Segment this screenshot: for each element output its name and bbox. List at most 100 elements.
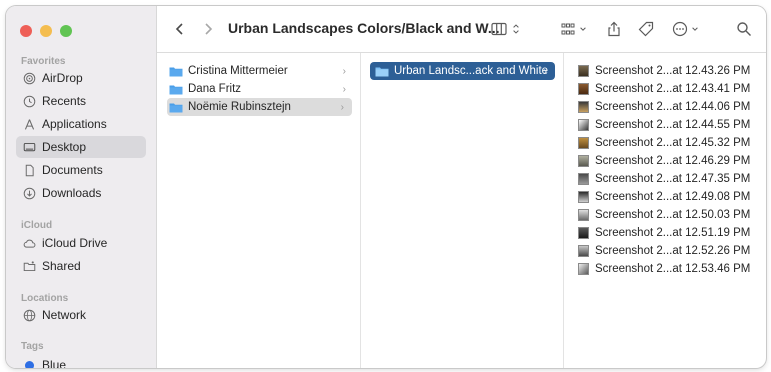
tags-section-label: Tags <box>21 341 44 352</box>
chevron-down-icon <box>579 27 586 31</box>
icloud-section-label: iCloud <box>21 220 53 231</box>
locations-section-label: Locations <box>21 293 69 304</box>
sidebar-item-desktop[interactable]: Desktop <box>16 136 146 158</box>
image-thumbnail-icon <box>578 119 589 131</box>
file-row[interactable]: Screenshot 2...at 12.45.32 PM <box>578 134 750 152</box>
sidebar-item-label: Documents <box>42 163 103 177</box>
image-thumbnail-icon <box>578 137 589 149</box>
airdrop-icon <box>22 71 36 85</box>
sidebar-item-label: Downloads <box>42 186 102 200</box>
file-row[interactable]: Screenshot 2...at 12.52.26 PM <box>578 242 750 260</box>
download-icon <box>22 186 36 200</box>
file-name: Screenshot 2...at 12.50.03 PM <box>595 209 751 221</box>
folder-icon <box>375 66 389 77</box>
file-name: Screenshot 2...at 12.45.32 PM <box>595 137 751 149</box>
list-item[interactable]: Dana Fritz › <box>169 80 354 98</box>
sidebar-item-label: AirDrop <box>42 71 83 85</box>
file-row[interactable]: Screenshot 2...at 12.43.26 PM <box>578 62 750 80</box>
file-name: Screenshot 2...at 12.44.55 PM <box>595 119 751 131</box>
sidebar-item-label: iCloud Drive <box>42 236 108 250</box>
folder-name: Noëmie Rubinsztejn <box>188 101 291 113</box>
zoom-button[interactable] <box>60 25 72 37</box>
file-name: Screenshot 2...at 12.44.06 PM <box>595 101 751 113</box>
file-name: Screenshot 2...at 12.43.41 PM <box>595 83 751 95</box>
column-1: Cristina Mittermeier › Dana Fritz › Noëm… <box>157 53 361 368</box>
chevron-updown-icon <box>513 24 519 34</box>
list-item-selected[interactable]: Noëmie Rubinsztejn › <box>167 98 352 116</box>
sidebar-item-documents[interactable]: Documents <box>16 159 146 181</box>
share-button[interactable] <box>603 18 625 40</box>
sidebar-item-label: Blue <box>42 358 67 368</box>
file-row[interactable]: Screenshot 2...at 12.47.35 PM <box>578 170 750 188</box>
grid-group-icon <box>561 23 574 35</box>
folder-icon <box>169 102 183 113</box>
toolbar: Urban Landscapes Colors/Black and W... <box>157 6 766 53</box>
folder-name: Urban Landsc...ack and White <box>394 65 549 77</box>
image-thumbnail-icon <box>578 173 589 185</box>
minimize-button[interactable] <box>40 25 52 37</box>
sidebar: Favorites AirDrop Recents Applications D… <box>6 6 157 368</box>
image-thumbnail-icon <box>578 101 589 113</box>
sidebar-item-shared[interactable]: Shared <box>16 255 146 277</box>
sidebar-item-label: Applications <box>42 117 107 131</box>
tag-button[interactable] <box>635 18 657 40</box>
column-3: Screenshot 2...at 12.43.26 PM Screenshot… <box>564 53 766 368</box>
file-name: Screenshot 2...at 12.46.29 PM <box>595 155 751 167</box>
file-name: Screenshot 2...at 12.47.35 PM <box>595 173 751 185</box>
chevron-right-icon: › <box>543 65 547 77</box>
file-name: Screenshot 2...at 12.49.08 PM <box>595 191 751 203</box>
file-name: Screenshot 2...at 12.53.46 PM <box>595 263 751 275</box>
cloud-icon <box>22 236 36 250</box>
tag-icon <box>638 21 654 37</box>
image-thumbnail-icon <box>578 263 589 275</box>
chevron-right-icon: › <box>342 83 346 95</box>
sidebar-item-label: Desktop <box>42 140 87 154</box>
chevron-down-icon <box>691 27 698 31</box>
folder-name: Dana Fritz <box>188 83 242 95</box>
file-row[interactable]: Screenshot 2...at 12.43.41 PM <box>578 80 750 98</box>
file-row[interactable]: Screenshot 2...at 12.51.19 PM <box>578 224 750 242</box>
columns-view-icon <box>491 22 507 36</box>
sidebar-item-recents[interactable]: Recents <box>16 90 146 112</box>
chevron-right-icon: › <box>342 65 346 77</box>
file-row[interactable]: Screenshot 2...at 12.49.08 PM <box>578 188 750 206</box>
file-row[interactable]: Screenshot 2...at 12.53.46 PM <box>578 260 750 278</box>
sidebar-item-label: Shared <box>42 259 81 273</box>
applications-icon <box>22 117 36 131</box>
image-thumbnail-icon <box>578 155 589 167</box>
image-thumbnail-icon <box>578 245 589 257</box>
image-thumbnail-icon <box>578 191 589 203</box>
list-item[interactable]: Cristina Mittermeier › <box>169 62 354 80</box>
forward-button[interactable] <box>199 18 217 40</box>
group-button[interactable] <box>557 18 589 40</box>
image-thumbnail-icon <box>578 65 589 77</box>
sidebar-item-network[interactable]: Network <box>16 304 146 326</box>
document-icon <box>22 163 36 177</box>
view-mode-columns-button[interactable] <box>487 18 523 40</box>
file-row[interactable]: Screenshot 2...at 12.44.55 PM <box>578 116 750 134</box>
close-button[interactable] <box>20 25 32 37</box>
file-row[interactable]: Screenshot 2...at 12.50.03 PM <box>578 206 750 224</box>
sidebar-item-icloud-drive[interactable]: iCloud Drive <box>16 232 146 254</box>
folder-icon <box>169 84 183 95</box>
sidebar-item-airdrop[interactable]: AirDrop <box>16 67 146 89</box>
clock-icon <box>22 94 36 108</box>
shared-folder-icon <box>22 259 36 273</box>
sidebar-tag-blue[interactable]: Blue <box>16 354 146 368</box>
sidebar-item-label: Network <box>42 308 87 322</box>
more-actions-button[interactable] <box>669 18 701 40</box>
folder-icon <box>169 66 183 77</box>
network-icon <box>22 308 36 322</box>
sidebar-item-downloads[interactable]: Downloads <box>16 182 146 204</box>
sidebar-item-label: Recents <box>42 94 87 108</box>
search-button[interactable] <box>733 18 755 40</box>
list-item-selected[interactable]: Urban Landsc...ack and White › <box>370 62 555 80</box>
file-row[interactable]: Screenshot 2...at 12.44.06 PM <box>578 98 750 116</box>
window-title: Urban Landscapes Colors/Black and W... <box>228 20 500 36</box>
chevron-right-icon: › <box>340 101 344 113</box>
back-button[interactable] <box>171 18 189 40</box>
search-icon <box>737 22 751 36</box>
file-row[interactable]: Screenshot 2...at 12.46.29 PM <box>578 152 750 170</box>
sidebar-item-applications[interactable]: Applications <box>16 113 146 135</box>
image-thumbnail-icon <box>578 83 589 95</box>
